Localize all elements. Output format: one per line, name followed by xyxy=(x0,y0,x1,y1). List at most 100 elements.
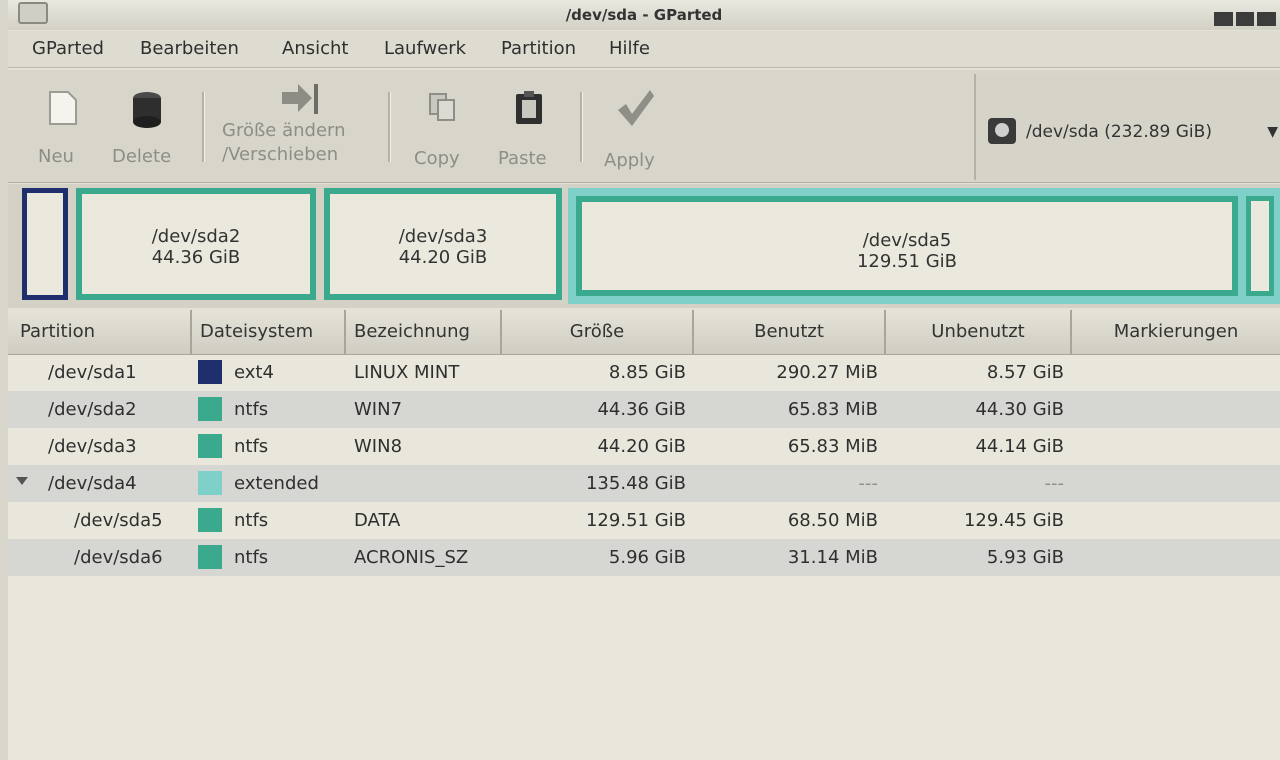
delete-button[interactable]: Delete xyxy=(104,78,190,178)
filesystem-cell: ntfs xyxy=(234,399,269,420)
column-benutzt[interactable]: Benutzt xyxy=(694,310,886,354)
menu-hilfe[interactable]: Hilfe xyxy=(609,38,650,59)
partition-cell: /dev/sda1 xyxy=(48,362,137,383)
menu-partition[interactable]: Partition xyxy=(501,38,576,59)
diskmap-partition-sda2[interactable]: /dev/sda2 44.36 GiB xyxy=(76,188,316,300)
filesystem-color-swatch xyxy=(198,397,222,421)
toolbar-separator xyxy=(202,92,205,162)
gparted-window: /dev/sda - GParted GParted Bearbeiten An… xyxy=(8,0,1280,760)
table-row[interactable]: /dev/sda4 extended 135.48 GiB --- --- xyxy=(8,465,1280,502)
menu-laufwerk[interactable]: Laufwerk xyxy=(384,38,466,59)
column-markierungen[interactable]: Markierungen xyxy=(1072,310,1280,354)
table-row[interactable]: /dev/sda6 ntfs ACRONIS_SZ 5.96 GiB 31.14… xyxy=(8,539,1280,576)
disk-map: /dev/sda2 44.36 GiB /dev/sda3 44.20 GiB … xyxy=(8,184,1280,308)
toolbar: Neu Delete Größe ändern /Verschieben Cop… xyxy=(8,70,1280,183)
menu-ansicht[interactable]: Ansicht xyxy=(282,38,348,59)
partition-name: /dev/sda5 xyxy=(862,230,952,251)
size-cell: 44.20 GiB xyxy=(597,436,686,457)
table-row[interactable]: /dev/sda2 ntfs WIN7 44.36 GiB 65.83 MiB … xyxy=(8,391,1280,428)
apply-button[interactable]: Apply xyxy=(594,78,674,178)
partition-cell: /dev/sda6 xyxy=(74,547,163,568)
filesystem-cell: extended xyxy=(234,473,319,494)
copy-label: Copy xyxy=(414,148,460,169)
unused-cell: 129.45 GiB xyxy=(963,510,1064,531)
unused-cell: --- xyxy=(1044,473,1065,494)
checkmark-icon xyxy=(618,90,654,126)
new-button[interactable]: Neu xyxy=(32,78,92,178)
column-partition[interactable]: Partition xyxy=(8,310,192,354)
partition-size: 129.51 GiB xyxy=(856,251,957,272)
resize-move-button[interactable]: Größe ändern /Verschieben xyxy=(216,76,386,176)
new-label: Neu xyxy=(38,146,74,167)
resize-label-2: /Verschieben xyxy=(222,144,339,165)
used-cell: --- xyxy=(858,473,879,494)
diskmap-partition-sda1[interactable] xyxy=(22,188,68,300)
size-cell: 129.51 GiB xyxy=(585,510,686,531)
delete-icon xyxy=(133,92,161,128)
table-header: Partition Dateisystem Bezeichnung Größe … xyxy=(8,310,1280,355)
filesystem-color-swatch xyxy=(198,360,222,384)
partition-cell: /dev/sda4 xyxy=(48,473,137,494)
partition-list: Partition Dateisystem Bezeichnung Größe … xyxy=(8,310,1280,760)
partition-size: 44.20 GiB xyxy=(398,247,488,268)
partition-cell: /dev/sda5 xyxy=(74,510,163,531)
diskmap-partition-sda6[interactable] xyxy=(1246,196,1274,296)
label-cell: LINUX MINT xyxy=(354,362,460,383)
copy-button[interactable]: Copy xyxy=(406,78,486,178)
table-row[interactable]: /dev/sda1 ext4 LINUX MINT 8.85 GiB 290.2… xyxy=(8,354,1280,391)
toolbar-separator xyxy=(580,92,583,162)
unused-cell: 44.30 GiB xyxy=(975,399,1064,420)
expander-arrow-icon[interactable] xyxy=(16,477,28,485)
size-cell: 44.36 GiB xyxy=(597,399,686,420)
used-cell: 31.14 MiB xyxy=(787,547,878,568)
table-row[interactable]: /dev/sda5 ntfs DATA 129.51 GiB 68.50 MiB… xyxy=(8,502,1280,539)
column-unbenutzt[interactable]: Unbenutzt xyxy=(886,310,1072,354)
filesystem-color-swatch xyxy=(198,471,222,495)
title-bar: /dev/sda - GParted xyxy=(8,0,1280,30)
used-cell: 65.83 MiB xyxy=(787,436,878,457)
new-file-icon xyxy=(49,91,77,125)
paste-icon xyxy=(516,91,542,124)
diskmap-partition-sda5[interactable]: /dev/sda5 129.51 GiB xyxy=(576,196,1238,296)
paste-label: Paste xyxy=(498,148,547,169)
column-bezeichnung[interactable]: Bezeichnung xyxy=(346,310,502,354)
unused-cell: 5.93 GiB xyxy=(986,547,1064,568)
filesystem-cell: ntfs xyxy=(234,547,269,568)
menu-bearbeiten[interactable]: Bearbeiten xyxy=(140,38,239,59)
used-cell: 68.50 MiB xyxy=(787,510,878,531)
partition-cell: /dev/sda2 xyxy=(48,399,137,420)
diskmap-extended-sda4[interactable]: /dev/sda5 129.51 GiB xyxy=(568,188,1280,304)
column-groesse[interactable]: Größe xyxy=(502,310,694,354)
size-cell: 135.48 GiB xyxy=(585,473,686,494)
paste-button[interactable]: Paste xyxy=(490,78,570,178)
filesystem-color-swatch xyxy=(198,434,222,458)
unused-cell: 8.57 GiB xyxy=(986,362,1064,383)
size-cell: 8.85 GiB xyxy=(608,362,686,383)
partition-cell: /dev/sda3 xyxy=(48,436,137,457)
delete-label: Delete xyxy=(112,146,172,167)
device-selector[interactable]: /dev/sda (232.89 GiB) ▼ xyxy=(974,74,1280,180)
toolbar-separator xyxy=(388,92,391,162)
used-cell: 290.27 MiB xyxy=(776,362,878,383)
harddisk-icon xyxy=(988,118,1016,144)
chevron-down-icon[interactable]: ▼ xyxy=(1267,124,1278,140)
menu-bar: GParted Bearbeiten Ansicht Laufwerk Part… xyxy=(8,31,1280,68)
filesystem-cell: ntfs xyxy=(234,510,269,531)
filesystem-cell: ntfs xyxy=(234,436,269,457)
table-row[interactable]: /dev/sda3 ntfs WIN8 44.20 GiB 65.83 MiB … xyxy=(8,428,1280,465)
label-cell: DATA xyxy=(354,510,401,531)
resize-arrow-icon xyxy=(282,84,318,114)
menu-gparted[interactable]: GParted xyxy=(32,38,104,59)
label-cell: ACRONIS_SZ xyxy=(354,547,469,568)
label-cell: WIN8 xyxy=(354,436,403,457)
window-title: /dev/sda - GParted xyxy=(565,6,723,24)
filesystem-cell: ext4 xyxy=(234,362,274,383)
filesystem-color-swatch xyxy=(198,508,222,532)
filesystem-color-swatch xyxy=(198,545,222,569)
diskmap-partition-sda3[interactable]: /dev/sda3 44.20 GiB xyxy=(324,188,562,300)
device-label: /dev/sda (232.89 GiB) xyxy=(1026,122,1212,142)
apply-label: Apply xyxy=(604,150,655,171)
unused-cell: 44.14 GiB xyxy=(975,436,1064,457)
window-controls[interactable] xyxy=(1214,12,1277,26)
column-dateisystem[interactable]: Dateisystem xyxy=(192,310,346,354)
